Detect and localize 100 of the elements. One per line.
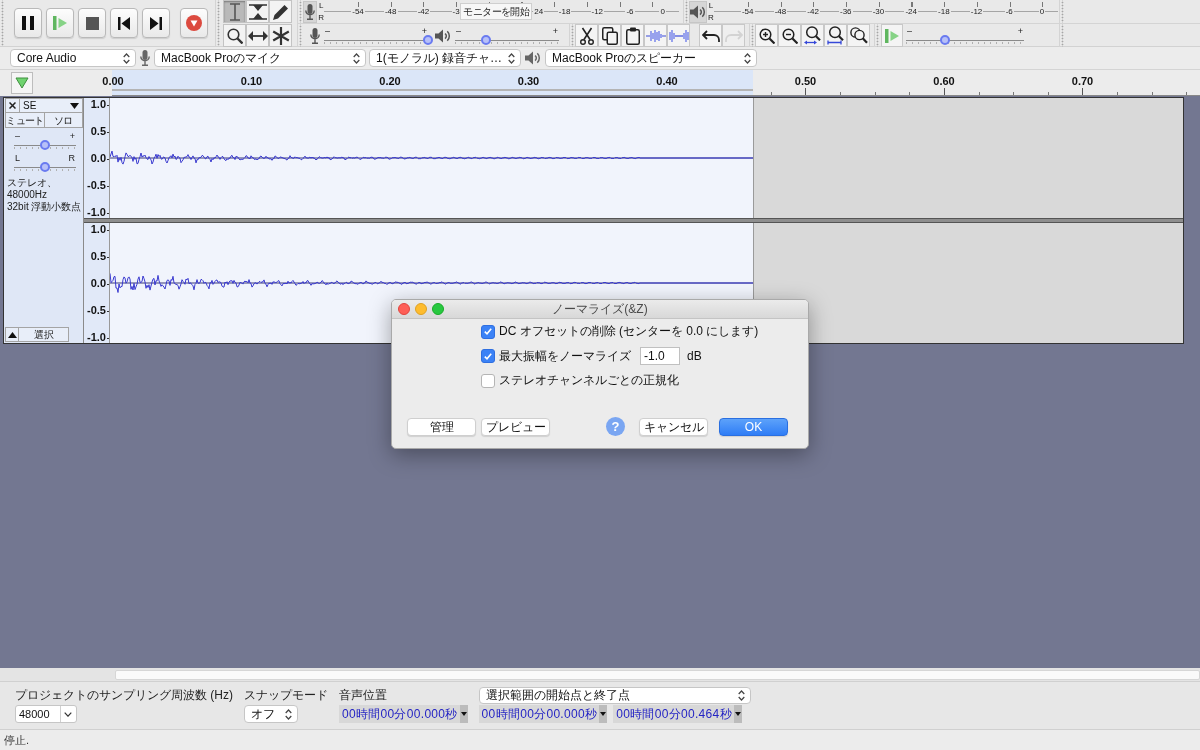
sample-rate-field[interactable]: 48000 [15,705,77,723]
ruler-label: 0.20 [379,75,401,87]
ruler-label: -0.5 [87,179,109,191]
maximize-icon[interactable] [432,303,444,315]
slider-thumb[interactable] [423,34,433,45]
skip-to-start-icon [118,16,130,30]
ruler-label: 0.5 [90,250,109,262]
play-at-speed-button[interactable] [881,24,903,47]
option-label: 最大振幅をノーマライズ [499,347,631,365]
solo-button[interactable]: ソロ [44,113,83,128]
audio-clip[interactable] [110,98,753,218]
double-magnifier-icon [849,27,868,44]
dialog-button[interactable]: キャンセル [639,417,708,436]
magnifier-with-bar-icon [826,26,845,45]
meter-scale-label: -24 [904,7,918,16]
up-down-arrows-icon [285,708,292,720]
speaker-button[interactable] [689,0,707,23]
slider-thumb[interactable] [481,34,492,45]
meter-scale-label: 0 [659,7,666,16]
checkbox[interactable] [481,373,495,388]
horizontal-scrollbar[interactable] [0,668,1200,681]
recording-channels-dropdown[interactable]: 1(モノラル) 録音チャ… [369,49,521,67]
tool-button[interactable] [223,24,246,47]
record-icon [186,15,202,31]
skip-to-end-button[interactable] [142,8,170,38]
audio-host-dropdown[interactable]: Core Audio [10,49,136,67]
toolbar-button[interactable] [598,24,621,47]
meter-scale-label: -6 [625,7,635,16]
meter-scale-label: -54 [740,7,755,16]
zoom-toggle-button[interactable] [847,24,870,47]
option-label: DC オフセットの削除 (センターを 0.0 にします) [499,323,759,340]
copy-icon [601,26,618,45]
field-label: スナップモード [244,687,328,704]
slider-min-label: – [325,26,330,35]
up-down-arrows-icon [123,52,130,64]
slider-min-label: L [15,154,20,162]
mute-button[interactable]: ミュート [5,113,45,128]
slider-thumb[interactable] [40,140,50,150]
zoom-out-icon [781,27,798,44]
double-arrow-icon [247,30,268,41]
tool-button[interactable] [246,24,269,47]
microphone-button[interactable] [303,0,318,23]
scrollbar-thumb[interactable] [115,670,1200,680]
playback-device-dropdown[interactable]: MacBook Proのスピーカー [545,49,757,67]
snap-mode-dropdown[interactable]: オフ [244,705,298,723]
pause-icon [22,16,34,30]
recording-device-dropdown[interactable]: MacBook Proのマイク [154,49,366,67]
meter-scale-label: -48 [773,7,788,16]
fit-selection-button[interactable] [801,24,824,47]
undo-icon [701,29,720,42]
ruler-label: 1.0 [90,98,109,110]
meter-scale-label: -36 [839,7,853,16]
selection-end-time[interactable]: 00時間00分00.464秒 [613,705,742,723]
toolbar-button[interactable] [621,24,644,47]
fit-project-button[interactable] [824,24,847,47]
checkbox[interactable] [481,324,495,339]
microphone-icon [140,50,150,66]
meter-scale-label: -18 [937,7,951,16]
status-text: 停止. [4,734,30,746]
checkbox[interactable] [481,349,495,363]
zoom-out-button[interactable] [778,24,801,47]
meter-scale-label: -42 [416,7,431,16]
slider-thumb[interactable] [40,162,50,172]
stop-button[interactable] [78,8,106,38]
zoom-in-button[interactable] [755,24,778,47]
skip-to-end-icon [150,16,162,30]
tool-button[interactable] [269,24,292,47]
trim-waveform-icon [645,28,666,43]
collapse-button[interactable] [5,327,19,342]
slider-thumb[interactable] [939,34,950,45]
microphone-icon [305,3,316,20]
audio-position-time[interactable]: 00時間00分00.000秒 [339,705,468,723]
toolbar-button[interactable] [575,24,598,47]
ruler-label: 0.70 [1071,75,1094,87]
dialog-button[interactable]: プレビュー [481,417,550,436]
tool-button[interactable] [269,0,292,23]
ruler-label: 0.40 [656,75,678,87]
meter-scale-label: 0 [1038,7,1046,16]
input-field[interactable]: -1.0 [640,347,680,365]
up-down-arrows-icon [744,52,751,64]
selection-mode-dropdown[interactable]: 選択範囲の開始点と終了点 [478,687,751,704]
record-button[interactable] [180,8,208,38]
select-track-button[interactable]: 選択 [19,327,69,342]
magnifier-icon [226,27,243,44]
skip-to-start-button[interactable] [110,8,138,38]
pencil-icon [272,3,289,20]
zoom-in-icon [758,27,775,44]
track-name-menu[interactable]: SE [20,98,83,113]
recording-meter[interactable]: -54 -48 -42 -3 モニターを開始 24 -18 -12 -6 0 [324,0,679,23]
ruler-label: 0.30 [517,75,540,87]
ruler-label: -1.0 [87,331,109,343]
toolbar-button[interactable] [699,24,722,47]
selection-start-time[interactable]: 00時間00分00.000秒 [478,705,608,723]
ruler-label: 0.10 [240,75,263,87]
triangle-icon [15,77,29,89]
checkmark-icon [484,352,492,360]
close-icon[interactable] [398,303,410,315]
dialog-button[interactable]: 管理 [407,417,476,436]
pause-button[interactable] [14,8,42,38]
tool-button[interactable] [246,0,269,23]
